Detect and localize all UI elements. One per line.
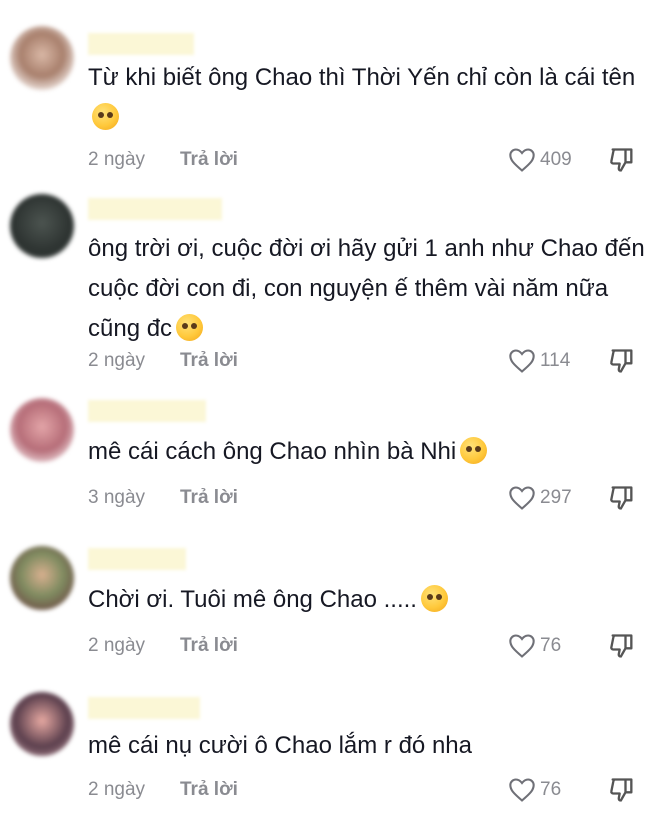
like-button[interactable]: 297 bbox=[508, 483, 572, 513]
comment-time: 2 ngày bbox=[88, 350, 146, 371]
username-blurred[interactable] bbox=[88, 198, 222, 220]
reply-button[interactable]: Trả lời bbox=[180, 145, 238, 175]
dislike-icon[interactable] bbox=[608, 146, 636, 174]
like-button[interactable]: 76 bbox=[508, 775, 561, 805]
hugging-face-icon bbox=[176, 314, 204, 341]
reply-button[interactable]: Trả lời bbox=[180, 775, 238, 805]
dislike-icon[interactable] bbox=[608, 776, 636, 804]
comment-text-content: mê cái nụ cười ô Chao lắm r đó nha bbox=[88, 732, 472, 759]
heart-icon bbox=[509, 486, 535, 510]
comment-time: 2 ngày bbox=[88, 779, 146, 800]
comment-text-content: Từ khi biết ông Chao thì Thời Yến chỉ cò… bbox=[88, 64, 636, 91]
avatar[interactable] bbox=[10, 692, 74, 756]
pleading-face-icon bbox=[92, 103, 119, 130]
comment-meta: 2 ngày Trả lời 409 bbox=[88, 145, 648, 175]
comment-time: 3 ngày bbox=[88, 487, 146, 508]
heart-icon bbox=[509, 634, 535, 658]
heart-icon bbox=[509, 778, 535, 802]
dislike-icon[interactable] bbox=[608, 347, 636, 375]
comment-text: mê cái nụ cười ô Chao lắm r đó nha bbox=[88, 726, 648, 766]
tired-face-icon bbox=[420, 585, 448, 612]
comment-meta: 2 ngày Trả lời 76 bbox=[88, 631, 648, 661]
face-savoring-food-icon bbox=[460, 437, 488, 464]
comment-text: Từ khi biết ông Chao thì Thời Yến chỉ cò… bbox=[88, 58, 648, 138]
comment-text-content: ông trời ơi, cuộc đời ơi hãy gửi 1 anh n… bbox=[88, 235, 645, 342]
comment-meta: 2 ngày Trả lời 76 bbox=[88, 775, 648, 805]
reply-button[interactable]: Trả lời bbox=[180, 483, 238, 513]
comment-text: Chời ơi. Tuôi mê ông Chao ..... bbox=[88, 580, 648, 620]
avatar[interactable] bbox=[10, 194, 74, 258]
avatar[interactable] bbox=[10, 26, 74, 90]
heart-icon bbox=[509, 148, 535, 172]
comment-text-content: Chời ơi. Tuôi mê ông Chao ..... bbox=[88, 586, 417, 613]
comment-meta: 3 ngày Trả lời 297 bbox=[88, 483, 648, 513]
like-count: 297 bbox=[540, 487, 572, 508]
reply-button[interactable]: Trả lời bbox=[180, 346, 238, 376]
comment-time: 2 ngày bbox=[88, 149, 146, 170]
like-count: 409 bbox=[540, 149, 572, 170]
comment-text: mê cái cách ông Chao nhìn bà Nhi bbox=[88, 432, 648, 472]
like-button[interactable]: 409 bbox=[508, 145, 572, 175]
like-button[interactable]: 76 bbox=[508, 631, 561, 661]
username-blurred[interactable] bbox=[88, 33, 194, 55]
dislike-icon[interactable] bbox=[608, 484, 636, 512]
avatar[interactable] bbox=[10, 398, 74, 462]
avatar[interactable] bbox=[10, 546, 74, 610]
like-count: 114 bbox=[540, 350, 571, 371]
username-blurred[interactable] bbox=[88, 400, 206, 422]
comment-time: 2 ngày bbox=[88, 635, 146, 656]
like-count: 76 bbox=[540, 635, 562, 656]
comment-meta: 2 ngày Trả lời 114 bbox=[88, 346, 648, 376]
comment-text-content: mê cái cách ông Chao nhìn bà Nhi bbox=[88, 438, 457, 465]
username-blurred[interactable] bbox=[88, 697, 200, 719]
comment-text: ông trời ơi, cuộc đời ơi hãy gửi 1 anh n… bbox=[88, 229, 648, 349]
heart-icon bbox=[509, 349, 535, 373]
like-count: 76 bbox=[540, 779, 562, 800]
reply-button[interactable]: Trả lời bbox=[180, 631, 238, 661]
dislike-icon[interactable] bbox=[608, 632, 636, 660]
like-button[interactable]: 114 bbox=[508, 346, 570, 376]
username-blurred[interactable] bbox=[88, 548, 186, 570]
